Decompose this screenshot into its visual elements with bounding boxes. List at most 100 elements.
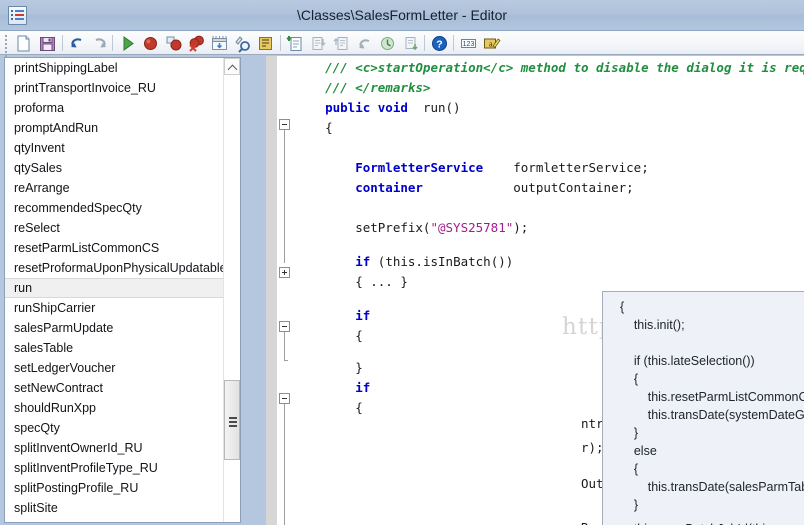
fold-column[interactable] (277, 56, 295, 525)
toolbar-separator (453, 35, 454, 51)
method-list-item[interactable]: salesParmUpdate (5, 318, 224, 338)
svg-text:123: 123 (463, 41, 475, 48)
scrollbar-thumb[interactable] (224, 380, 240, 460)
method-list-item[interactable]: shouldRunXpp (5, 398, 224, 418)
run-icon[interactable] (118, 34, 137, 53)
method-list-scrollbar[interactable] (223, 58, 240, 522)
clear-breakpoints-icon[interactable] (187, 34, 206, 53)
method-list-item[interactable]: specQty (5, 418, 224, 438)
code-line: if (this.isInBatch()) (295, 252, 513, 272)
redo-icon[interactable] (90, 34, 109, 53)
toolbar-separator (112, 35, 113, 51)
code-token: formletterService; (483, 160, 649, 175)
undo-icon[interactable] (68, 34, 87, 53)
method-list-item[interactable]: splitSite (5, 498, 224, 518)
method-list-item[interactable]: resetProformaUponPhysicalUpdatable (5, 258, 224, 278)
fold-guide-end (284, 360, 288, 361)
save-icon[interactable] (38, 34, 57, 53)
method-list-item[interactable]: run (5, 278, 224, 298)
code-token: setPrefix( (295, 220, 431, 235)
script-icon[interactable] (309, 34, 328, 53)
document-icon[interactable] (332, 34, 351, 53)
method-list-item[interactable]: reArrange (5, 178, 224, 198)
method-list-item[interactable]: promptAndRun (5, 118, 224, 138)
fold-collapse-icon[interactable] (279, 119, 290, 130)
code-line: { (295, 326, 363, 346)
code-token: } (295, 360, 363, 375)
method-list-item[interactable]: qtySales (5, 158, 224, 178)
code-token: run() (407, 100, 461, 115)
toolbar-separator (62, 35, 63, 51)
breakpoint-condition-icon[interactable] (164, 34, 183, 53)
compare-icon[interactable] (401, 34, 420, 53)
code-token: { (295, 328, 363, 343)
code-token: if (355, 254, 371, 269)
editor-window: \Classes\SalesFormLetter - Editor ? 123 … (0, 0, 804, 525)
open-label-editor-icon[interactable] (256, 34, 275, 53)
popup-code-line: this.resetParmListCommonCS(); (647, 390, 804, 404)
code-token: (this.isInBatch()) (370, 254, 514, 269)
lookup-properties-icon[interactable] (233, 34, 252, 53)
popup-code-line: this.transDate(systemDateGet()); (647, 408, 804, 422)
revert-icon[interactable] (355, 34, 374, 53)
new-method-icon[interactable] (286, 34, 305, 53)
method-list-item[interactable]: splitPostingProfile_RU (5, 478, 224, 498)
method-list-item[interactable]: runShipCarrier (5, 298, 224, 318)
method-list-item[interactable]: recommendedSpecQty (5, 198, 224, 218)
code-line: /// </remarks> (295, 78, 430, 98)
method-list-item[interactable]: splitInventProfileType_RU (5, 458, 224, 478)
code-line: FormletterService formletterService; (295, 158, 649, 178)
window-title: \Classes\SalesFormLetter - Editor (296, 7, 508, 23)
code-token: { ... } (295, 274, 408, 289)
method-list-item[interactable]: reSelect (5, 218, 224, 238)
popup-code-line: { (613, 462, 639, 476)
fold-expand-icon[interactable] (279, 267, 290, 278)
method-list-item[interactable]: resetParmListCommonCS (5, 238, 224, 258)
code-token: outputContainer; (422, 180, 634, 195)
compile-icon[interactable] (210, 34, 229, 53)
popup-code-line: { (613, 300, 625, 314)
fold-collapse-icon[interactable] (279, 321, 290, 332)
code-token: container (295, 180, 423, 195)
toolbar-grip[interactable] (5, 35, 8, 57)
code-token: r); (580, 440, 604, 455)
method-list-item[interactable]: proforma (5, 98, 224, 118)
title-bar: \Classes\SalesFormLetter - Editor (0, 0, 804, 31)
code-hover-popup: { this.init(); if (this.lateSelection())… (602, 291, 804, 525)
code-line: public void run() (295, 98, 461, 118)
code-token: public void (295, 100, 408, 115)
method-list-item[interactable]: setNewContract (5, 378, 224, 398)
method-list-item[interactable]: splitInventOwnerId_RU (5, 438, 224, 458)
help-icon[interactable]: ? (430, 34, 449, 53)
method-list-item[interactable]: printShippingLabel (5, 58, 224, 78)
code-line: } (295, 358, 363, 378)
code-line: if (295, 306, 378, 326)
popup-code-line: this.parmBatchJobId(this.parmCurrentBatc… (613, 520, 804, 525)
new-file-icon[interactable] (14, 34, 33, 53)
scroll-up-icon[interactable] (224, 58, 240, 75)
popup-code-line: else (613, 444, 657, 458)
edit-label-icon[interactable]: a (482, 34, 501, 53)
fold-guide-line (284, 332, 285, 360)
breakpoint-icon[interactable] (141, 34, 160, 53)
fold-collapse-icon[interactable] (279, 393, 290, 404)
toolbar-separator (424, 35, 425, 51)
method-list[interactable]: printShippingLabel printTransportInvoice_… (5, 58, 224, 522)
method-list-item[interactable]: printTransportInvoice_RU (5, 78, 224, 98)
method-list-item[interactable]: salesTable (5, 338, 224, 358)
code-line: if (295, 378, 370, 398)
line-numbers-icon[interactable]: 123 (459, 34, 478, 53)
history-icon[interactable] (378, 34, 397, 53)
popup-code-line: if (this.lateSelection()) (613, 354, 755, 368)
method-list-item[interactable]: qtyInvent (5, 138, 224, 158)
popup-code-line: this.init(); (613, 318, 685, 332)
code-editor[interactable]: /// <c>startOperation</c> method to disa… (266, 56, 804, 525)
code-token: { (295, 120, 333, 135)
code-line: /// <c>startOperation</c> method to disa… (295, 58, 804, 78)
method-list-item[interactable]: setLedgerVoucher (5, 358, 224, 378)
